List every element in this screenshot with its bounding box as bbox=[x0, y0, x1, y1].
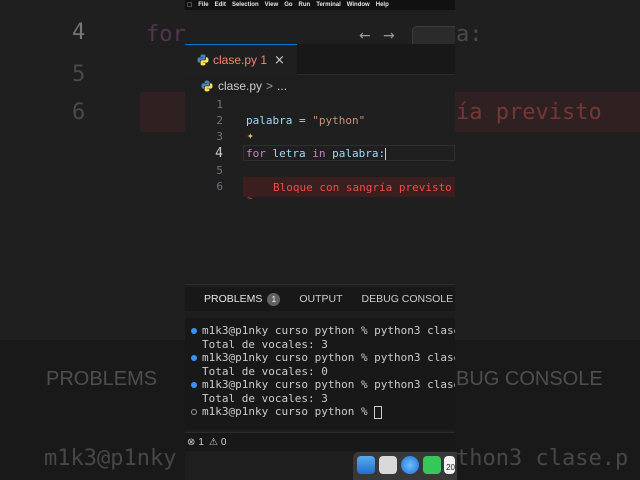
python-file-icon bbox=[201, 80, 213, 92]
chevron-right-icon: > bbox=[266, 79, 274, 93]
status-errors-count[interactable]: 1 bbox=[198, 437, 204, 448]
command-status-dot bbox=[191, 355, 197, 361]
background-line-number: 5 bbox=[72, 62, 86, 87]
tab-problems[interactable]: PROBLEMS 1 bbox=[204, 292, 281, 306]
terminal-command: m1k3@p1nky curso python % python3 clase.… bbox=[202, 378, 455, 391]
line-number-active: 4 bbox=[215, 146, 223, 161]
code-keyword: in bbox=[312, 147, 326, 160]
line-number: 6 bbox=[216, 180, 223, 193]
menu-window[interactable]: Window bbox=[347, 2, 370, 8]
terminal-output: Total de vocales: 0 bbox=[202, 365, 328, 378]
facetime-icon[interactable] bbox=[423, 456, 441, 474]
background-code-fragment: a: bbox=[456, 22, 483, 47]
code-editor[interactable]: 1 2 3 4 5 6 palabra = "python" ✦ for let… bbox=[185, 97, 455, 282]
line-number: 5 bbox=[216, 164, 223, 177]
code-keyword: for bbox=[246, 147, 266, 160]
terminal-line: m1k3@p1nky curso python % python3 clase.… bbox=[191, 324, 455, 337]
launchpad-icon[interactable] bbox=[379, 456, 397, 474]
close-icon[interactable]: × bbox=[274, 53, 285, 68]
background-line-number: 4 bbox=[72, 20, 86, 45]
background-keyword: for bbox=[146, 22, 186, 47]
menu-file[interactable]: File bbox=[198, 2, 208, 8]
terminal-prompt: m1k3@p1nky curso python % bbox=[202, 405, 375, 418]
breadcrumb-file[interactable]: clase.py bbox=[218, 79, 262, 93]
background-terminal-fragment: thon3 clase.p bbox=[456, 446, 629, 471]
code-variable: palabra bbox=[246, 114, 293, 127]
sparkle-icon[interactable]: ✦ bbox=[247, 129, 254, 142]
macos-dock: 20 bbox=[353, 452, 457, 480]
back-arrow-icon[interactable]: ← bbox=[359, 28, 371, 44]
editor-tab-bar: clase.py 1 × bbox=[185, 44, 455, 75]
code-line-4: for letra in palabra: bbox=[246, 147, 387, 160]
background-error-fragment: ía previsto bbox=[456, 100, 602, 125]
background-problems: PROBLEMS bbox=[46, 368, 158, 390]
menu-run[interactable]: Run bbox=[299, 2, 311, 8]
menu-go[interactable]: Go bbox=[284, 2, 292, 8]
tab-debug-console[interactable]: DEBUG CONSOLE bbox=[362, 293, 454, 305]
breadcrumb-more[interactable]: ... bbox=[277, 79, 287, 93]
panel-tab-bar: PROBLEMS 1 OUTPUT DEBUG CONSOLE bbox=[185, 287, 455, 311]
forward-arrow-icon[interactable]: → bbox=[383, 28, 395, 44]
tab-output[interactable]: OUTPUT bbox=[299, 293, 342, 305]
menu-edit[interactable]: Edit bbox=[215, 2, 226, 8]
error-circle-icon[interactable]: ⊗ bbox=[187, 437, 195, 448]
background-line-number: 6 bbox=[72, 100, 86, 125]
menu-bar:  File Edit Selection View Go Run Termin… bbox=[185, 0, 455, 10]
terminal[interactable]: m1k3@p1nky curso python % python3 clase.… bbox=[185, 318, 455, 430]
apple-icon[interactable]:  bbox=[187, 2, 192, 9]
line-number: 3 bbox=[216, 130, 223, 143]
line-number: 1 bbox=[216, 98, 223, 111]
tab-problems-label: PROBLEMS bbox=[204, 293, 263, 305]
command-status-dot bbox=[191, 382, 197, 388]
tab-clase-py[interactable]: clase.py 1 × bbox=[185, 44, 297, 75]
inline-error-message: Bloque con sangría previsto bbox=[273, 181, 452, 194]
safari-icon[interactable] bbox=[401, 456, 419, 474]
terminal-command: m1k3@p1nky curso python % python3 clase.… bbox=[202, 324, 455, 337]
code-variable: letra bbox=[265, 147, 313, 160]
terminal-output: Total de vocales: 3 bbox=[202, 392, 328, 405]
command-status-dot bbox=[191, 409, 197, 415]
code-line-2: palabra = "python" bbox=[246, 114, 365, 127]
background-debug: BUG CONSOLE bbox=[456, 368, 603, 390]
menu-terminal[interactable]: Terminal bbox=[316, 2, 341, 8]
menu-view[interactable]: View bbox=[265, 2, 279, 8]
terminal-output: Total de vocales: 3 bbox=[202, 338, 328, 351]
vscode-window:  File Edit Selection View Go Run Termin… bbox=[185, 0, 455, 480]
text-cursor bbox=[385, 148, 387, 160]
terminal-cursor bbox=[374, 405, 383, 419]
code-operator: = bbox=[292, 114, 313, 127]
terminal-command: m1k3@p1nky curso python % python3 clase.… bbox=[202, 351, 455, 364]
menu-selection[interactable]: Selection bbox=[232, 2, 259, 8]
status-warnings-count[interactable]: 0 bbox=[221, 437, 227, 448]
command-status-dot bbox=[191, 328, 197, 334]
python-file-icon bbox=[197, 54, 209, 66]
terminal-line: m1k3@p1nky curso python % python3 clase.… bbox=[191, 378, 455, 391]
title-bar: ← → bbox=[185, 10, 455, 48]
calendar-icon[interactable]: 20 bbox=[444, 456, 455, 474]
problems-count-badge: 1 bbox=[267, 292, 281, 306]
status-bar: ⊗ 1 ⚠ 0 bbox=[185, 432, 455, 451]
background-terminal-fragment: m1k3@p1nky bbox=[44, 446, 177, 471]
warning-icon[interactable]: ⚠ bbox=[209, 437, 218, 448]
code-variable: palabra: bbox=[325, 147, 386, 160]
code-string: "python" bbox=[312, 114, 366, 127]
line-number: 2 bbox=[216, 114, 223, 127]
menu-help[interactable]: Help bbox=[376, 2, 389, 8]
panel-divider bbox=[185, 284, 455, 285]
error-squiggle: ~ bbox=[247, 194, 253, 204]
terminal-prompt-line: m1k3@p1nky curso python % bbox=[191, 405, 383, 419]
terminal-line: m1k3@p1nky curso python % python3 clase.… bbox=[191, 351, 455, 364]
breadcrumb: clase.py > ... bbox=[185, 75, 455, 97]
finder-icon[interactable] bbox=[357, 456, 375, 474]
tab-label: clase.py 1 bbox=[213, 53, 268, 67]
